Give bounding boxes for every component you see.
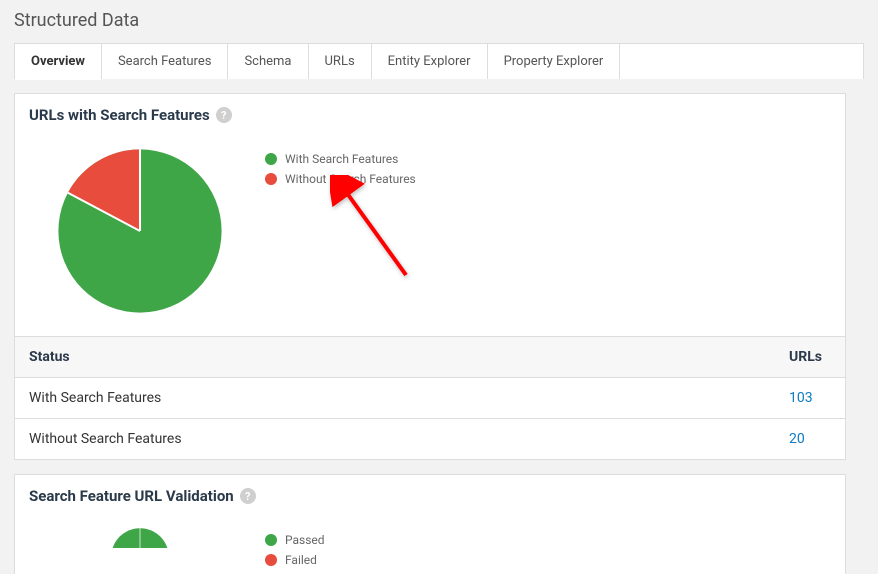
panel-header: URLs with Search Features ? (15, 94, 845, 136)
legend-item-passed[interactable]: Passed (265, 533, 325, 547)
col-status: Status (15, 337, 775, 378)
chart-area: Passed Failed (15, 517, 845, 574)
chart-legend: Passed Failed (265, 527, 325, 574)
pie-chart (55, 146, 225, 316)
dot-green-icon (265, 534, 277, 546)
chart-area: With Search Features Without Search Feat… (15, 136, 845, 336)
help-icon[interactable]: ? (240, 488, 256, 504)
table-row: Without Search Features 20 (15, 419, 845, 460)
page-title: Structured Data (0, 0, 878, 37)
tab-overview[interactable]: Overview (15, 44, 102, 79)
legend-label: With Search Features (285, 152, 398, 166)
tab-property-explorer[interactable]: Property Explorer (488, 44, 621, 79)
tab-urls[interactable]: URLs (309, 44, 372, 79)
panel-header: Search Feature URL Validation ? (15, 475, 845, 517)
legend-label: Passed (285, 533, 325, 547)
tabs-bar: Overview Search Features Schema URLs Ent… (14, 43, 864, 79)
dot-red-icon (265, 554, 277, 566)
tab-filler (620, 44, 863, 79)
panel-urls-with-search-features: URLs with Search Features ? With Searc (14, 93, 846, 460)
legend-item-failed[interactable]: Failed (265, 553, 325, 567)
panel-title: Search Feature URL Validation (29, 487, 234, 505)
col-urls: URLs (775, 337, 845, 378)
urls-link[interactable]: 20 (789, 431, 805, 447)
legend-label: Failed (285, 553, 317, 567)
legend-item-with[interactable]: With Search Features (265, 152, 416, 166)
panel-search-feature-url-validation: Search Feature URL Validation ? Passed (14, 474, 846, 574)
status-cell: With Search Features (15, 378, 775, 419)
tab-entity-explorer[interactable]: Entity Explorer (372, 44, 488, 79)
dot-green-icon (265, 153, 277, 165)
legend-item-without[interactable]: Without Search Features (265, 172, 416, 186)
status-cell: Without Search Features (15, 419, 775, 460)
chart-legend: With Search Features Without Search Feat… (265, 146, 416, 316)
table-row: With Search Features 103 (15, 378, 845, 419)
pie-chart (55, 527, 225, 574)
tab-schema[interactable]: Schema (228, 44, 308, 79)
help-icon[interactable]: ? (216, 107, 232, 123)
panel-title: URLs with Search Features (29, 106, 210, 124)
dot-red-icon (265, 173, 277, 185)
status-table: Status URLs With Search Features 103 Wit… (15, 336, 845, 459)
legend-label: Without Search Features (285, 172, 416, 186)
tab-search-features[interactable]: Search Features (102, 44, 228, 79)
urls-link[interactable]: 103 (789, 390, 813, 406)
